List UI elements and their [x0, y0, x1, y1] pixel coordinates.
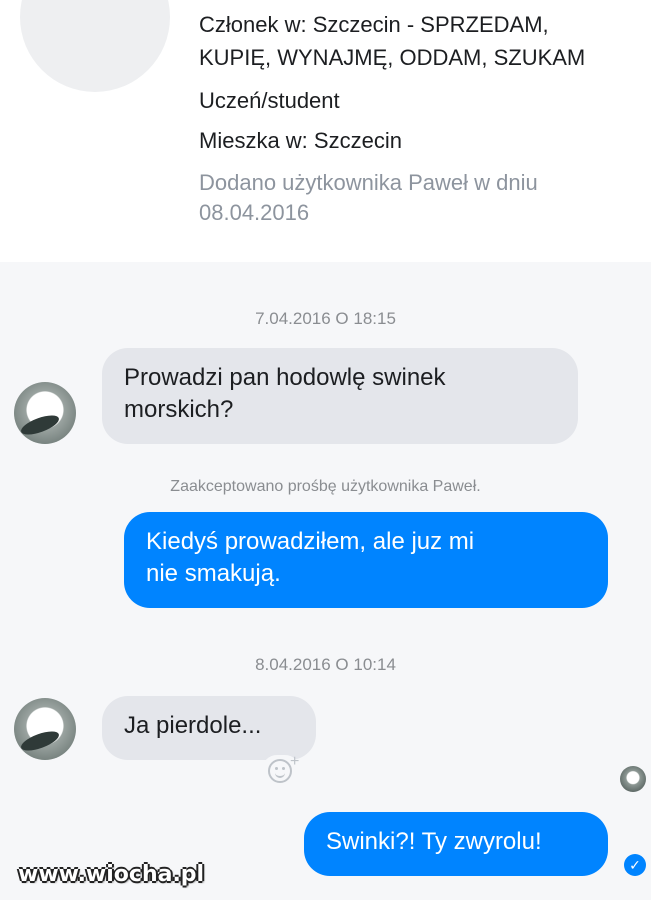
member-line-2: KUPIĘ, WYNAJMĘ, ODDAM, SZUKAM — [199, 45, 586, 70]
plus-icon: + — [290, 753, 300, 770]
message-text-line: morskich? — [124, 396, 234, 423]
seen-avatar-icon — [620, 766, 646, 792]
timestamp: 8.04.2016 O 10:14 — [255, 655, 396, 674]
smiley-icon — [268, 759, 292, 783]
outgoing-message[interactable]: Kiedyś prowadziłem, ale juz mi nie smaku… — [124, 512, 608, 608]
message-text: Ja pierdole... — [124, 712, 262, 739]
added-info-line-1: Dodano użytkownika Paweł w dniu — [199, 170, 538, 195]
add-reaction-icon[interactable]: + — [262, 753, 300, 785]
incoming-message[interactable]: Ja pierdole... — [102, 696, 316, 760]
occupation: Uczeń/student — [199, 88, 340, 113]
request-accepted-notice: Zaakceptowano prośbę użytkownika Paweł. — [170, 478, 481, 495]
profile-header: Członek w: Szczecin - SPRZEDAM, KUPIĘ, W… — [0, 0, 651, 263]
message-text-line: nie smakują. — [146, 560, 281, 587]
message-text-line: Prowadzi pan hodowlę swinek — [124, 364, 446, 391]
member-line-1: Członek w: Szczecin - SPRZEDAM, — [199, 12, 549, 37]
location: Mieszka w: Szczecin — [199, 128, 402, 153]
message-text-line: Kiedyś prowadziłem, ale juz mi — [146, 528, 475, 555]
incoming-message[interactable]: Prowadzi pan hodowlę swinek morskich? — [102, 348, 578, 444]
outgoing-message[interactable]: Swinki?! Ty zwyrolu! — [304, 812, 608, 876]
added-info-line-2: 08.04.2016 — [199, 200, 310, 225]
message-text: Swinki?! Ty zwyrolu! — [326, 828, 542, 855]
contact-avatar[interactable] — [14, 382, 76, 444]
profile-avatar[interactable] — [20, 0, 170, 92]
watermark: www.wiocha.pl — [18, 862, 205, 887]
check-circle-icon: ✓ — [624, 854, 646, 876]
contact-avatar[interactable] — [14, 698, 76, 760]
timestamp: 7.04.2016 O 18:15 — [255, 309, 396, 328]
